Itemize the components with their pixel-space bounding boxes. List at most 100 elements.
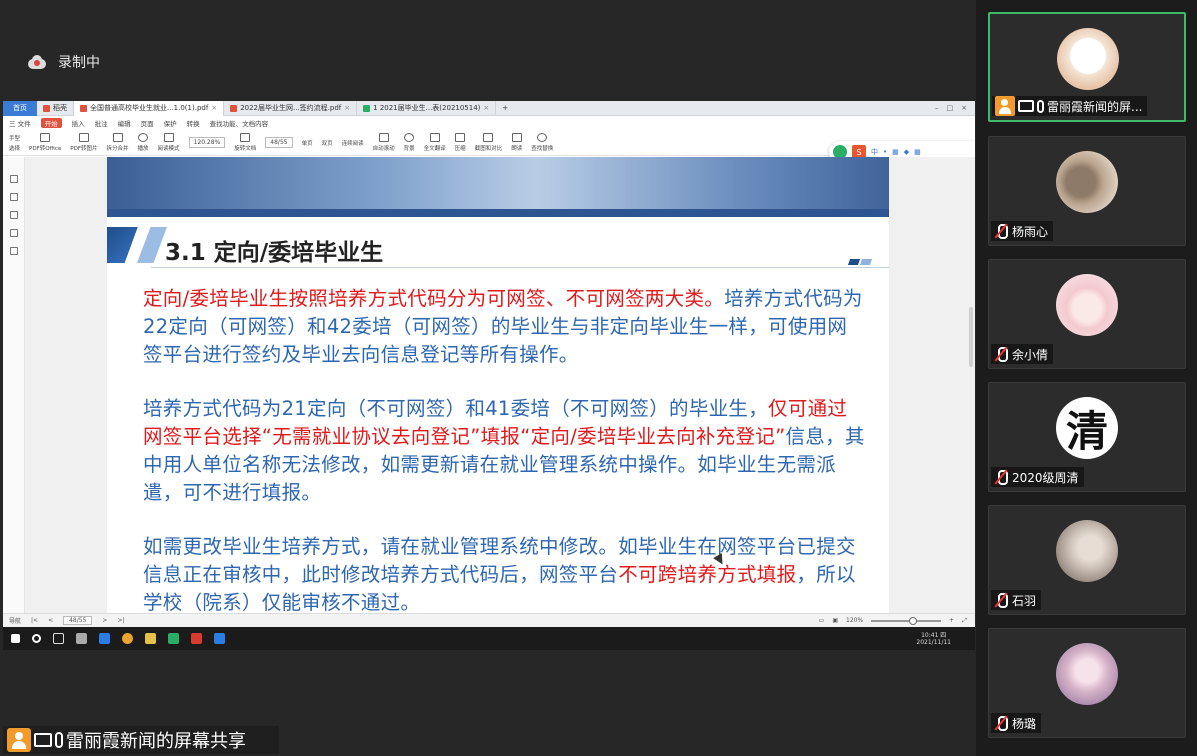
participant-tile[interactable]: 杨雨心 (988, 136, 1186, 246)
play-button[interactable]: 播放 (138, 133, 149, 152)
tool-label: 选择 (9, 145, 21, 152)
fullscreen-icon[interactable]: ⤢ (962, 617, 967, 625)
split-merge-button[interactable]: 拆分合并 (107, 133, 129, 152)
convert-icon (40, 133, 51, 142)
double-page-button[interactable]: 双页 (322, 139, 333, 147)
pdf-left-rail (3, 157, 25, 613)
ime-mode[interactable]: 中 (871, 147, 878, 157)
rotate-button[interactable]: 旋转文档 (234, 133, 256, 152)
thumbnail-icon[interactable] (9, 193, 18, 201)
emphasis-text: 定向/委培毕业生按照培养方式代码分为可网签、不可网签两大类。 (143, 287, 725, 310)
tab-sheet[interactable]: 1 2021届毕业生...表(20210514) × (357, 101, 497, 116)
search-panel-icon[interactable] (9, 247, 18, 255)
participant-tile[interactable]: 清 2020级周清 (988, 382, 1186, 492)
pdf-to-image-button[interactable]: PDF转图片 (70, 133, 98, 152)
next-page-icon[interactable]: > (102, 617, 107, 624)
media-app-icon[interactable] (99, 633, 110, 644)
close-icon[interactable]: × (483, 104, 489, 112)
menu-start[interactable]: 开始 (40, 118, 62, 128)
app-icon[interactable] (76, 633, 87, 644)
close-window-icon[interactable]: × (961, 104, 967, 112)
view-mode-icon[interactable]: ▭ (819, 617, 825, 624)
tab-daoke[interactable]: 稻壳 (37, 101, 74, 116)
prev-page-icon[interactable]: < (48, 617, 53, 624)
vertical-scrollbar[interactable] (969, 307, 973, 367)
attachment-icon[interactable] (9, 229, 18, 237)
screen-share-label: 雷丽霞新闻的屏幕共享 (3, 726, 279, 754)
file-explorer-icon[interactable] (145, 633, 156, 644)
pdf-icon (230, 104, 238, 112)
status-page-input[interactable]: 48/55 (63, 616, 93, 625)
screenshot-button[interactable]: 截图和对比 (475, 133, 502, 152)
menu-page[interactable]: 页面 (141, 118, 154, 128)
wps-icon[interactable] (191, 633, 202, 644)
task-view-icon[interactable] (53, 633, 64, 644)
mic-icon[interactable]: • (883, 148, 887, 156)
comment-icon[interactable] (9, 211, 18, 219)
read-aloud-button[interactable]: 朗读 (511, 133, 522, 152)
daoke-icon (43, 104, 50, 112)
tab-label: 2022届毕业生网...签约流程.pdf (240, 104, 342, 112)
system-clock[interactable]: 10:41 四 2021/11/11 (916, 632, 975, 646)
menu-search[interactable]: 查找功能、文档内容 (210, 118, 269, 128)
menu-protect[interactable]: 保护 (164, 118, 177, 128)
compress-button[interactable]: 压缩 (455, 133, 466, 152)
navigation-toggle[interactable]: 导航 (9, 616, 21, 625)
first-page-icon[interactable]: |< (31, 617, 38, 624)
menu-edit[interactable]: 编辑 (118, 118, 131, 128)
maximize-icon[interactable]: □ (947, 104, 954, 112)
recording-indicator[interactable]: 录制中 (26, 52, 100, 72)
cortana-search-icon[interactable] (32, 634, 41, 643)
participant-name-tag: 2020级周清 (991, 467, 1084, 487)
zoom-in-icon[interactable]: + (949, 617, 954, 624)
close-icon[interactable]: × (211, 104, 217, 112)
find-replace-button[interactable]: 查找替换 (531, 133, 553, 152)
tab-home[interactable]: 首页 (3, 101, 37, 116)
translate-button[interactable]: 全文翻译 (424, 133, 446, 152)
continuous-button[interactable]: 连续阅读 (342, 139, 364, 147)
menu-comment[interactable]: 批注 (95, 118, 108, 128)
bookmark-icon[interactable] (9, 175, 18, 183)
skin-icon[interactable]: ◆ (904, 148, 909, 156)
tool-label: 手型 (9, 135, 21, 142)
wechat-icon[interactable] (168, 633, 179, 644)
pdf-to-office-button[interactable]: PDF转Office (29, 133, 61, 152)
toolbox-icon[interactable]: ▦ (914, 148, 921, 156)
meeting-window: 录制中 首页 稻壳 全国普通高校毕业生就业...1.0(1).pdf × 202… (0, 0, 1197, 756)
page-input[interactable]: 48/55 (265, 137, 293, 148)
minimize-icon[interactable]: – (935, 104, 939, 112)
tab-pdf-2[interactable]: 2022届毕业生网...签约流程.pdf × (224, 101, 358, 116)
zoom-input[interactable]: 120.28% (188, 137, 226, 148)
muted-mic-icon (994, 716, 1008, 731)
participant-tile[interactable]: 石羽 (988, 505, 1186, 615)
menu-convert[interactable]: 转换 (187, 118, 200, 128)
zoom-slider[interactable] (871, 616, 942, 625)
fit-page-icon[interactable]: ▣ (832, 617, 838, 624)
avatar (1056, 151, 1118, 213)
meeting-app-icon[interactable] (214, 633, 225, 644)
paragraph-3: 如需更改毕业生培养方式，请在就业管理系统中修改。如毕业生在网签平台已提交信息正在… (143, 533, 865, 613)
tab-pdf-active[interactable]: 全国普通高校毕业生就业...1.0(1).pdf × (74, 101, 225, 116)
close-icon[interactable]: × (344, 104, 350, 112)
body-text: 培养方式代码为21定向（不可网签）和41委培（不可网签）的毕业生， (143, 397, 769, 420)
rotate-icon (240, 133, 251, 142)
single-page-button[interactable]: 单页 (302, 139, 313, 147)
participant-tile[interactable]: 余小倩 (988, 259, 1186, 369)
new-tab-icon[interactable]: + (496, 104, 508, 112)
last-page-icon[interactable]: >| (117, 617, 124, 624)
speaker-icon (511, 133, 522, 142)
keyboard-icon[interactable]: ▦ (892, 148, 899, 156)
windows-start-icon[interactable] (11, 634, 20, 643)
tool-label: 播放 (137, 146, 149, 152)
menu-file[interactable]: 三 文件 (9, 118, 31, 128)
background-button[interactable]: 背景 (404, 133, 415, 152)
read-mode-button[interactable]: 阅读模式 (158, 133, 180, 152)
document-viewport[interactable]: 3.1 定向/委培毕业生 定向/委培毕业生按照培养方式代码分为可网签、不可网签两… (25, 157, 975, 613)
participant-tile[interactable]: 杨璐 (988, 628, 1186, 738)
chrome-icon[interactable] (122, 633, 133, 644)
participant-tile[interactable]: 雷丽霞新闻的屏... (988, 12, 1186, 122)
hand-tool[interactable]: 手型 选择 (9, 134, 20, 152)
search-icon (537, 133, 548, 142)
menu-insert[interactable]: 插入 (72, 118, 85, 128)
auto-scroll-button[interactable]: 自动滚动 (373, 133, 395, 152)
